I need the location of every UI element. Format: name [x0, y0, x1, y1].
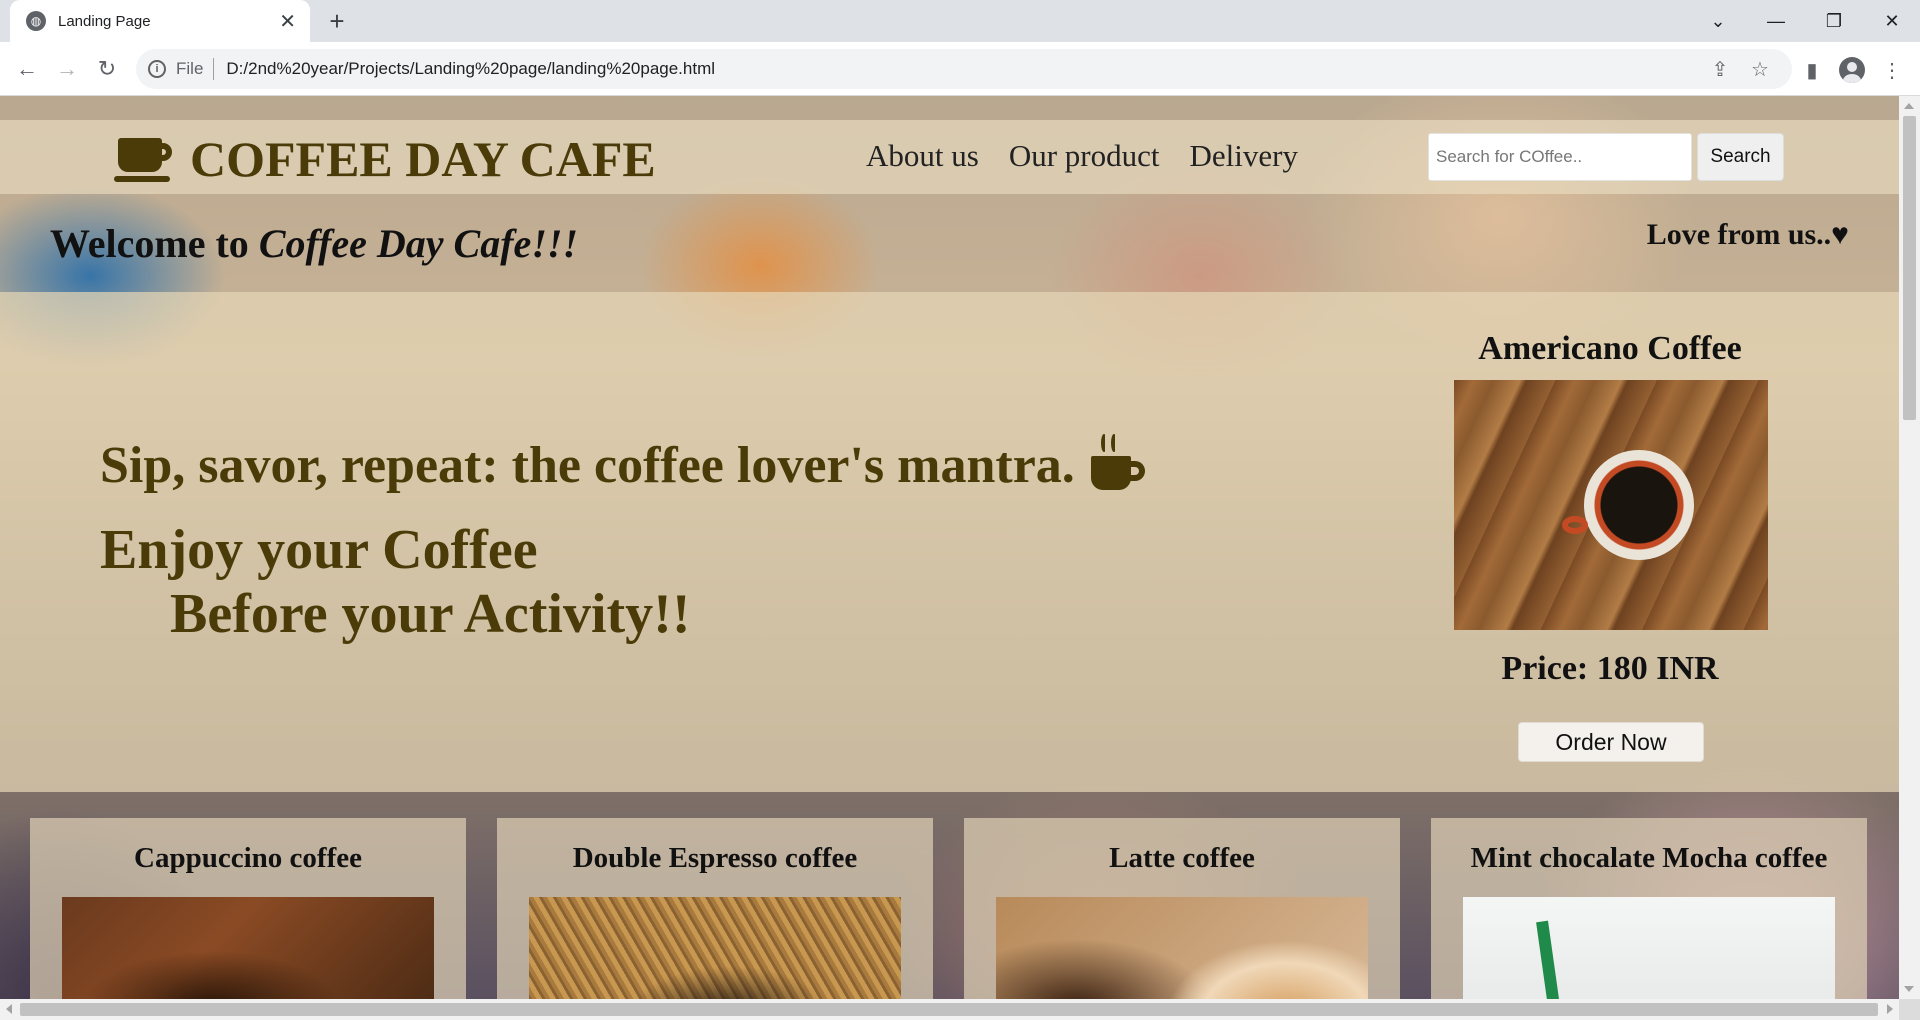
- globe-icon: ◍: [26, 11, 46, 31]
- love-message: Love from us..♥: [1646, 218, 1849, 251]
- tab-strip: ◍ Landing Page ✕ + ⌄ — ❐ ✕: [0, 0, 1920, 42]
- horizontal-scrollbar[interactable]: [0, 999, 1899, 1020]
- vertical-scroll-thumb[interactable]: [1903, 116, 1916, 420]
- tab-title: Landing Page: [58, 12, 151, 30]
- url-separator: [213, 58, 215, 80]
- hero-line-2: Before your Activity!!: [170, 583, 691, 645]
- forward-icon[interactable]: →: [52, 54, 82, 84]
- site-logo[interactable]: COFFEE DAY CAFE: [114, 130, 656, 188]
- nav-our-product[interactable]: Our product: [1009, 138, 1160, 174]
- tagline-text: Sip, savor, repeat: the coffee lover's m…: [100, 436, 1075, 494]
- product-title: Double Espresso coffee: [572, 842, 858, 874]
- nav-about-us[interactable]: About us: [866, 138, 979, 174]
- double-espresso-image: [529, 897, 901, 999]
- info-icon[interactable]: i: [148, 60, 166, 78]
- welcome-heading: Welcome to Coffee Day Cafe!!!: [50, 220, 578, 267]
- product-card-double-espresso[interactable]: Double Espresso coffee: [497, 818, 933, 999]
- scrollbar-corner: [1899, 999, 1920, 1020]
- tagline: Sip, savor, repeat: the coffee lover's m…: [100, 434, 1149, 496]
- avatar-icon: [1839, 57, 1865, 83]
- featured-title: Americano Coffee: [1478, 330, 1742, 367]
- nav-delivery[interactable]: Delivery: [1189, 138, 1297, 174]
- browser-toolbar: ← → ↻ i File D:/2nd%20year/Projects/Land…: [0, 42, 1920, 96]
- restore-icon[interactable]: ❐: [1806, 0, 1862, 42]
- product-title: Mint chocalate Mocha coffee: [1470, 842, 1828, 874]
- search-input[interactable]: [1428, 133, 1692, 181]
- hot-coffee-icon: [1089, 434, 1149, 496]
- window-close-icon[interactable]: ✕: [1864, 0, 1920, 42]
- back-icon[interactable]: ←: [12, 54, 42, 84]
- coffee-cup-icon: [114, 136, 176, 182]
- product-title: Cappuccino coffee: [134, 842, 362, 874]
- latte-image: [996, 897, 1368, 999]
- coffee-cup-photo: [1584, 450, 1694, 560]
- url-scheme-label: File: [176, 59, 204, 78]
- cappuccino-image: [62, 897, 434, 999]
- profile-button[interactable]: [1836, 54, 1868, 86]
- scroll-left-arrow-icon[interactable]: [6, 1004, 12, 1014]
- scroll-up-arrow-icon[interactable]: [1904, 103, 1914, 109]
- share-icon[interactable]: ⇪: [1702, 49, 1738, 89]
- product-card-mocha[interactable]: Mint chocalate Mocha coffee: [1431, 818, 1867, 999]
- cup-handle: [1562, 516, 1588, 534]
- hero-section: Sip, savor, repeat: the coffee lover's m…: [0, 292, 1899, 792]
- site-header: COFFEE DAY CAFE About us Our product Del…: [0, 120, 1899, 194]
- welcome-cafe-name: Coffee Day Cafe!!!: [258, 221, 579, 266]
- horizontal-scroll-thumb[interactable]: [20, 1003, 1878, 1016]
- order-now-button[interactable]: Order Now: [1518, 722, 1704, 762]
- page-viewport: COFFEE DAY CAFE About us Our product Del…: [0, 96, 1899, 999]
- product-card-latte[interactable]: Latte coffee: [964, 818, 1400, 999]
- url-text[interactable]: D:/2nd%20year/Projects/Landing%20page/la…: [226, 59, 715, 79]
- new-tab-button[interactable]: +: [322, 6, 352, 36]
- reload-icon[interactable]: ↻: [92, 54, 122, 84]
- bookmark-star-icon[interactable]: ☆: [1742, 49, 1778, 89]
- minimize-icon[interactable]: —: [1748, 0, 1804, 42]
- hero-line-1: Enjoy your Coffee: [100, 519, 538, 581]
- side-panel-icon[interactable]: ▮: [1796, 54, 1828, 86]
- scroll-down-arrow-icon[interactable]: [1904, 986, 1914, 992]
- browser-tab[interactable]: ◍ Landing Page ✕: [10, 0, 310, 42]
- americano-image: [1454, 380, 1768, 630]
- tab-close-icon[interactable]: ✕: [279, 9, 296, 34]
- featured-price: Price: 180 INR: [1501, 650, 1719, 687]
- scroll-right-arrow-icon[interactable]: [1887, 1004, 1893, 1014]
- tab-search-icon[interactable]: ⌄: [1690, 0, 1746, 42]
- product-title: Latte coffee: [1109, 842, 1255, 874]
- address-bar[interactable]: i File D:/2nd%20year/Projects/Landing%20…: [136, 49, 1792, 89]
- product-card-cappuccino[interactable]: Cappuccino coffee: [30, 818, 466, 999]
- main-nav: About us Our product Delivery: [866, 138, 1298, 174]
- welcome-prefix: Welcome to: [50, 221, 259, 266]
- search-button[interactable]: Search: [1697, 133, 1784, 181]
- brand-name: COFFEE DAY CAFE: [190, 131, 656, 187]
- mocha-image: [1463, 897, 1835, 999]
- vertical-scrollbar[interactable]: [1899, 96, 1920, 999]
- menu-icon[interactable]: ⋮: [1876, 54, 1908, 86]
